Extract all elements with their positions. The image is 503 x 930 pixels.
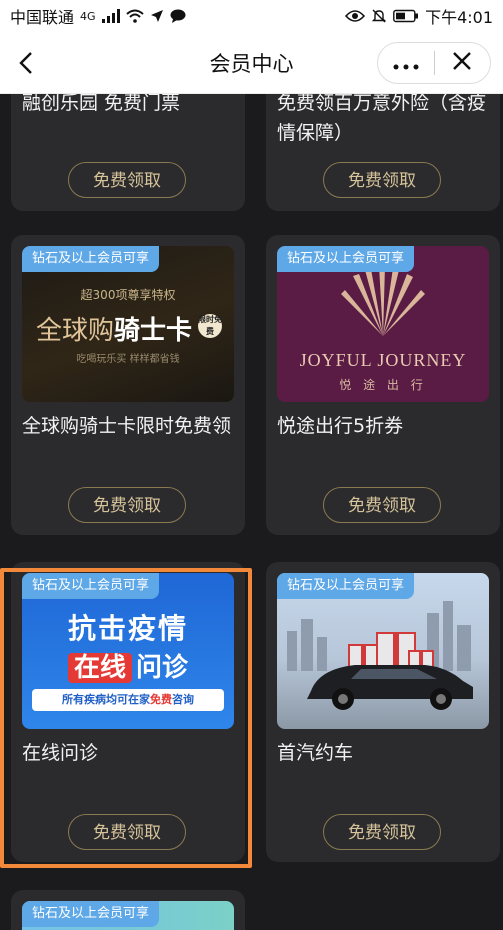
card-title: 首汽约车 [277, 742, 354, 764]
brand-chinese: 悦 途 出 行 [339, 378, 427, 392]
chevron-left-icon [19, 51, 32, 74]
card-title: 全球购骑士卡限时免费领 [22, 415, 232, 437]
close-icon [453, 52, 472, 70]
benefits-grid: 融创乐园 免费门票 免费领取 免费领百万意外险（含疫情保障） 免费领取 超300… [0, 94, 503, 930]
benefit-card[interactable]: 钻石及以上会员可享 [11, 890, 245, 930]
battery-icon [393, 9, 419, 23]
benefit-card[interactable]: 免费领百万意外险（含疫情保障） 免费领取 [266, 94, 500, 211]
card-title: 融创乐园 免费门票 [22, 94, 181, 114]
benefit-card[interactable]: JOYFUL JOURNEY 悦 途 出 行 钻石及以上会员可享 悦途出行5折券… [266, 235, 500, 535]
joyful-journey-image: JOYFUL JOURNEY 悦 途 出 行 钻石及以上会员可享 [277, 246, 489, 402]
knight-main-suffix: 骑士卡 [114, 316, 193, 346]
knight-main-text: 全球购骑士卡 [36, 310, 192, 347]
member-tag: 钻石及以上会员可享 [277, 246, 415, 272]
chat-bubble-icon [170, 9, 186, 23]
time-label: 下午4:01 [425, 8, 493, 27]
benefit-card[interactable]: 钻石及以上会员可享 首汽约车 免费领取 [266, 562, 500, 862]
benefit-image: 钻石及以上会员可享 [22, 901, 234, 930]
claim-button[interactable]: 免费领取 [323, 162, 441, 198]
mini-program-capsule [377, 42, 491, 84]
more-button[interactable] [378, 51, 434, 76]
status-bar: 中国联通 4G 下午4:01 [0, 0, 503, 32]
card-title: 悦途出行5折券 [277, 415, 404, 437]
claim-button[interactable]: 免费领取 [323, 814, 441, 850]
benefit-card[interactable]: 融创乐园 免费门票 免费领取 [11, 94, 245, 211]
claim-button[interactable]: 免费领取 [323, 487, 441, 523]
knight-headline: 超300项尊享特权 [80, 288, 176, 302]
car-hailing-image: 钻石及以上会员可享 [277, 573, 489, 729]
knight-sub: 吃喝玩乐买 样样都省钱 [76, 354, 180, 365]
card-title: 免费领百万意外险（含疫情保障） [277, 94, 487, 144]
member-tag: 钻石及以上会员可享 [22, 246, 160, 272]
sunburst-logo-icon [341, 266, 425, 336]
knight-main-prefix: 全球购 [36, 316, 115, 346]
knight-card-image: 超300项尊享特权 全球购骑士卡 限时免费 吃喝玩乐买 样样都省钱 钻石及以上会… [22, 246, 234, 402]
location-arrow-icon [150, 10, 163, 22]
more-dots-icon [393, 64, 419, 69]
carrier-label: 中国联通 [10, 8, 75, 27]
member-tag: 钻石及以上会员可享 [277, 573, 415, 599]
claim-button[interactable]: 免费领取 [68, 487, 186, 523]
wifi-icon [125, 9, 144, 23]
claim-button[interactable]: 免费领取 [68, 162, 186, 198]
brand-english: JOYFUL JOURNEY [299, 350, 467, 370]
close-button[interactable] [434, 49, 490, 77]
member-tag: 钻石及以上会员可享 [22, 901, 160, 927]
benefit-card[interactable]: 超300项尊享特权 全球购骑士卡 限时免费 吃喝玩乐买 样样都省钱 钻石及以上会… [11, 235, 245, 535]
eye-icon [345, 10, 366, 22]
bell-muted-icon [371, 9, 387, 23]
nav-bar: 会员中心 [0, 32, 503, 94]
signal-icon [101, 9, 120, 23]
network-label: 4G [80, 9, 96, 23]
selection-highlight [0, 568, 252, 868]
limited-free-badge: 限时免费 [198, 314, 222, 338]
back-button[interactable] [6, 43, 46, 83]
